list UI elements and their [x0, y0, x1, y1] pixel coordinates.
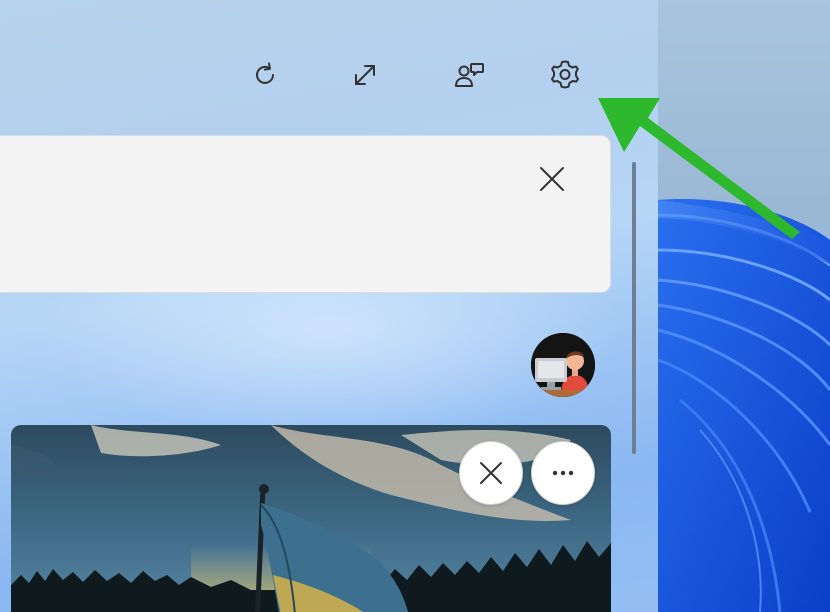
news-card[interactable]	[11, 425, 611, 612]
expand-button[interactable]	[342, 52, 388, 98]
user-avatar[interactable]	[531, 333, 595, 397]
avatar-illustration	[531, 333, 595, 397]
more-options-button[interactable]	[531, 441, 595, 505]
people-button[interactable]	[446, 52, 492, 98]
annotation-arrow	[598, 98, 800, 239]
refresh-button[interactable]	[242, 52, 288, 98]
dismiss-card-button[interactable]	[459, 441, 523, 505]
expand-icon	[355, 65, 375, 85]
settings-button[interactable]	[542, 52, 588, 98]
refresh-icon	[256, 62, 274, 84]
search-card	[0, 135, 611, 293]
people-chat-icon	[455, 63, 484, 87]
more-dots-icon	[552, 470, 574, 476]
news-card-image	[11, 425, 611, 612]
gear-icon	[551, 60, 579, 89]
close-icon	[480, 462, 502, 484]
close-icon	[540, 167, 564, 191]
search-card-close-button[interactable]	[528, 155, 576, 203]
